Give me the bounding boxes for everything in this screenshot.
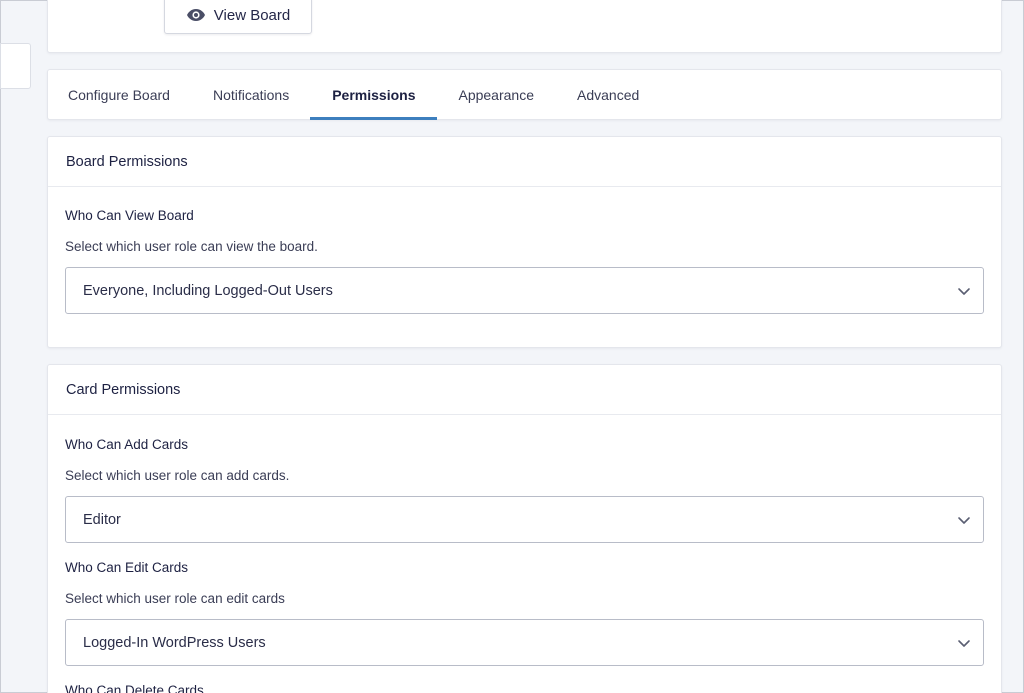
top-actions-panel: View Board <box>47 0 1002 53</box>
tab-notifications[interactable]: Notifications <box>213 70 289 119</box>
view-board-button[interactable]: View Board <box>164 0 312 34</box>
who-can-view-board-select[interactable]: Everyone, Including Logged-Out Users <box>65 267 984 314</box>
who-can-add-cards-label: Who Can Add Cards <box>48 437 1001 452</box>
who-can-add-cards-select[interactable]: Editor <box>65 496 984 543</box>
who-can-delete-cards-label: Who Can Delete Cards <box>48 683 1001 693</box>
who-can-view-board-description: Select which user role can view the boar… <box>48 239 1001 254</box>
board-permissions-title: Board Permissions <box>48 137 1001 187</box>
settings-tabs: Configure Board Notifications Permission… <box>47 69 1002 120</box>
who-can-edit-cards-select[interactable]: Logged-In WordPress Users <box>65 619 984 666</box>
tab-appearance[interactable]: Appearance <box>458 70 534 119</box>
who-can-view-board-value: Everyone, Including Logged-Out Users <box>83 283 333 299</box>
eye-icon <box>186 8 206 22</box>
who-can-add-cards-value: Editor <box>83 512 121 528</box>
tab-permissions[interactable]: Permissions <box>332 70 415 119</box>
card-permissions-panel: Card Permissions Who Can Add Cards Selec… <box>47 364 1002 693</box>
side-panel-edge <box>0 43 31 89</box>
tab-advanced[interactable]: Advanced <box>577 70 639 119</box>
chevron-down-icon <box>957 638 971 648</box>
who-can-edit-cards-value: Logged-In WordPress Users <box>83 635 266 651</box>
chevron-down-icon <box>957 515 971 525</box>
who-can-edit-cards-label: Who Can Edit Cards <box>48 560 1001 575</box>
card-permissions-title: Card Permissions <box>48 365 1001 415</box>
view-board-label: View Board <box>214 7 290 24</box>
who-can-edit-cards-description: Select which user role can edit cards <box>48 591 1001 606</box>
who-can-add-cards-description: Select which user role can add cards. <box>48 468 1001 483</box>
who-can-view-board-label: Who Can View Board <box>48 208 1001 223</box>
tab-configure-board[interactable]: Configure Board <box>68 70 170 119</box>
chevron-down-icon <box>957 286 971 296</box>
board-permissions-panel: Board Permissions Who Can View Board Sel… <box>47 136 1002 348</box>
